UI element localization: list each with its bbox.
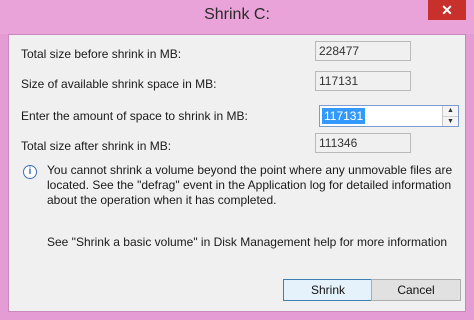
title-bar[interactable]: Shrink C: ✕: [0, 0, 474, 34]
close-button[interactable]: ✕: [428, 0, 466, 20]
info-icon: i: [23, 165, 37, 179]
shrink-amount-stepper[interactable]: 117131 ▲ ▼: [319, 105, 459, 127]
total-after-value: 111346: [315, 133, 411, 153]
stepper-arrows: ▲ ▼: [442, 106, 458, 126]
available-space-label: Size of available shrink space in MB:: [21, 77, 217, 91]
total-before-label: Total size before shrink in MB:: [21, 47, 182, 61]
close-icon: ✕: [441, 2, 453, 18]
cancel-button[interactable]: Cancel: [371, 279, 461, 301]
dialog-body: Total size before shrink in MB: 228477 S…: [8, 34, 466, 312]
shrink-dialog: Shrink C: ✕ Total size before shrink in …: [0, 0, 474, 320]
available-space-value: 117131: [315, 71, 411, 91]
total-after-label: Total size after shrink in MB:: [21, 139, 172, 153]
total-before-value: 228477: [315, 41, 411, 61]
stepper-down-icon[interactable]: ▼: [443, 116, 458, 126]
help-message: See "Shrink a basic volume" in Disk Mana…: [47, 235, 448, 249]
stepper-up-icon[interactable]: ▲: [443, 106, 458, 116]
shrink-amount-input[interactable]: 117131: [322, 108, 366, 124]
dialog-title: Shrink C:: [204, 6, 270, 23]
shrink-amount-label: Enter the amount of space to shrink in M…: [21, 109, 248, 123]
info-message: You cannot shrink a volume beyond the po…: [47, 163, 453, 207]
shrink-button[interactable]: Shrink: [283, 279, 373, 301]
